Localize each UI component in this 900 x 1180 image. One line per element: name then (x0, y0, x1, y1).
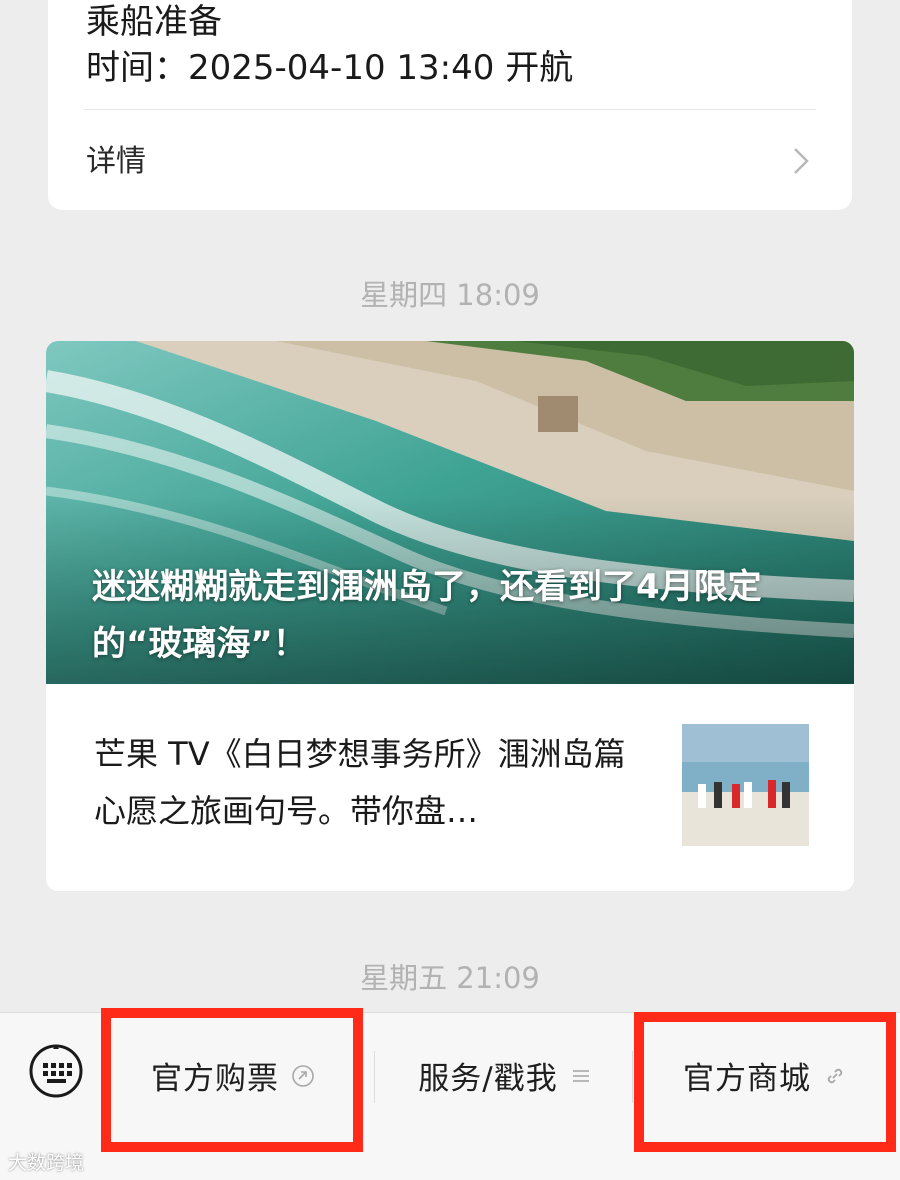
menu-label: 服务/戳我 (418, 1061, 558, 1097)
article-card: 迷迷糊糊就走到涠洲岛了，还看到了4月限定的“玻璃海”！ 芒果 TV《白日梦想事务… (46, 341, 854, 891)
menu-lines-icon (570, 1066, 592, 1086)
highlight-box-store (634, 1012, 896, 1152)
menu-service[interactable]: 服务/戳我 (380, 1013, 630, 1138)
sub-article-thumbnail (682, 724, 809, 846)
menu-separator (632, 1051, 633, 1103)
trip-time: 时间：2025-04-10 13:40 开航 (86, 48, 574, 88)
menu-separator (374, 1051, 375, 1103)
sub-article[interactable]: 芒果 TV《白日梦想事务所》涠洲岛篇心愿之旅画句号。带你盘… (46, 684, 854, 891)
hero-article[interactable]: 迷迷糊糊就走到涠洲岛了，还看到了4月限定的“玻璃海”！ (46, 341, 854, 684)
watermark-text: 大数跨境 (8, 1152, 85, 1174)
hero-title: 迷迷糊糊就走到涠洲岛了，还看到了4月限定的“玻璃海”！ (92, 567, 762, 664)
trip-title: 乘船准备 (86, 2, 222, 42)
sub-article-title: 芒果 TV《白日梦想事务所》涠洲岛篇心愿之旅画句号。带你盘… (94, 735, 626, 830)
trip-notice-card: 乘船准备 时间：2025-04-10 13:40 开航 详情 (48, 0, 852, 210)
message-timestamp: 星期四 18:09 (360, 278, 540, 312)
highlight-box-tickets (101, 1008, 363, 1152)
chevron-right-icon (792, 146, 810, 180)
details-link[interactable]: 详情 (48, 110, 852, 210)
details-label: 详情 (86, 144, 146, 179)
keyboard-icon[interactable] (28, 1043, 84, 1099)
message-timestamp: 星期五 21:09 (360, 961, 540, 995)
